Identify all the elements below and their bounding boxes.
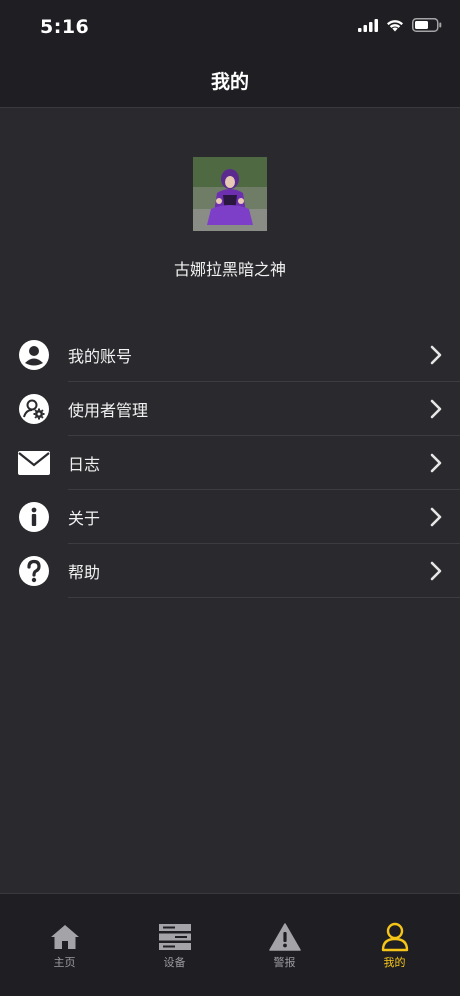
account-icon	[18, 339, 50, 371]
menu-item-label: 日志	[68, 455, 101, 474]
tab-label: 主页	[53, 956, 76, 969]
tab-label: 我的	[383, 956, 406, 969]
home-icon	[48, 922, 82, 952]
device-icon	[158, 922, 192, 952]
info-icon	[18, 501, 50, 533]
help-icon	[18, 555, 50, 587]
battery-icon	[412, 18, 442, 32]
chevron-right-icon	[430, 345, 442, 365]
signal-icon	[358, 18, 378, 32]
user-settings-icon	[18, 393, 50, 425]
tab-bar: 主页 设备 警报 我的	[0, 893, 460, 996]
menu-item-log[interactable]: 日志	[0, 436, 460, 490]
menu-item-label: 我的账号	[68, 347, 133, 366]
tab-label: 设备	[163, 956, 186, 969]
chevron-right-icon	[430, 561, 442, 581]
avatar[interactable]	[193, 157, 267, 231]
menu-item-label: 帮助	[68, 563, 101, 582]
menu-item-label: 关于	[68, 509, 101, 528]
profile-screen: 5:16 我的 古娜拉黑暗之神 我的账号 使用者管理 日志 关于 帮助 主页 设…	[0, 0, 460, 996]
username: 古娜拉黑暗之神	[173, 260, 286, 279]
nav-bar: 我的	[0, 54, 460, 108]
tab-device[interactable]: 设备	[117, 894, 232, 974]
tab-home[interactable]: 主页	[7, 894, 122, 974]
settings-menu: 我的账号 使用者管理 日志 关于 帮助	[0, 328, 460, 598]
wifi-icon	[387, 19, 403, 31]
status-bar: 5:16	[0, 0, 460, 54]
chevron-right-icon	[430, 399, 442, 419]
alert-icon	[268, 922, 302, 952]
profile-icon	[378, 922, 412, 952]
status-time: 5:16	[40, 16, 90, 38]
menu-item-my-account[interactable]: 我的账号	[0, 328, 460, 382]
menu-item-help[interactable]: 帮助	[0, 544, 460, 598]
avatar-image	[193, 157, 267, 231]
tab-alerts[interactable]: 警报	[227, 894, 342, 974]
page-title: 我的	[210, 71, 249, 93]
menu-item-label: 使用者管理	[68, 401, 149, 420]
divider	[68, 597, 460, 598]
chevron-right-icon	[430, 453, 442, 473]
mail-icon	[18, 447, 50, 479]
status-icons	[358, 18, 442, 32]
chevron-right-icon	[430, 507, 442, 527]
tab-profile[interactable]: 我的	[337, 894, 452, 974]
menu-item-about[interactable]: 关于	[0, 490, 460, 544]
menu-item-user-management[interactable]: 使用者管理	[0, 382, 460, 436]
tab-label: 警报	[273, 956, 296, 969]
